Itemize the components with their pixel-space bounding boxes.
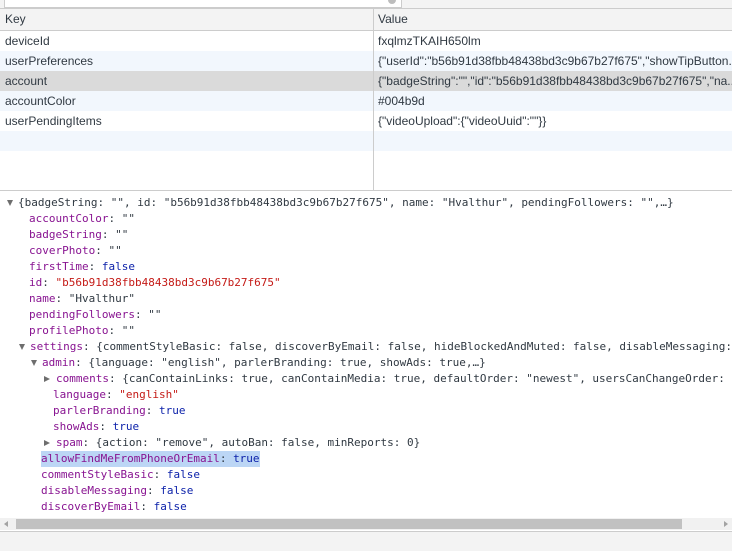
filter-input[interactable]: [4, 0, 402, 8]
property-key: firstTime: [29, 260, 89, 273]
property-value: true: [158, 404, 186, 417]
tree-property-highlighted[interactable]: allowFindMeFromPhoneOrEmail: true: [41, 451, 260, 467]
scrollbar-thumb[interactable]: [16, 519, 682, 529]
tree-property[interactable]: coverPhoto: "": [29, 243, 122, 259]
tree-property[interactable]: badgeString: "": [29, 227, 128, 243]
table-row[interactable]: userPreferences {"userId":"b56b91d38fbb4…: [0, 51, 732, 71]
tree-property-comments[interactable]: comments: {canContainLinks: true, canCon…: [43, 371, 732, 387]
row-value: {"videoUpload":{"videoUuid":""}}: [378, 114, 547, 128]
property-key: settings: [30, 340, 83, 353]
row-key: accountColor: [5, 94, 76, 108]
property-value: "english": [119, 388, 179, 401]
property-key: showAds: [53, 420, 100, 433]
row-key: deviceId: [5, 34, 50, 48]
property-value: "": [121, 212, 135, 225]
property-value: "": [115, 228, 129, 241]
property-value: false: [101, 260, 135, 273]
property-key: badgeString: [29, 228, 102, 241]
property-key: comments: [56, 372, 109, 385]
tree-property[interactable]: id: "b56b91d38fbb48438bd3c9b67b27f675": [29, 275, 281, 291]
collapse-triangle-icon[interactable]: [44, 440, 50, 446]
row-key: userPendingItems: [5, 114, 102, 128]
property-key: commentStyleBasic: [41, 468, 154, 481]
tree-property[interactable]: parlerBranding: true: [53, 403, 185, 419]
column-divider[interactable]: [373, 9, 374, 190]
row-value: #004b9d: [378, 94, 425, 108]
property-value: "": [108, 244, 122, 257]
property-value: "b56b91d38fbb48438bd3c9b67b27f675": [55, 276, 281, 289]
key-column-header[interactable]: Key: [0, 9, 26, 30]
table-row-selected[interactable]: account {"badgeString":"","id":"b56b91d3…: [0, 71, 732, 91]
expand-triangle-icon[interactable]: [7, 200, 13, 206]
property-key: disableMessaging: [41, 484, 147, 497]
tree-property[interactable]: accountColor: "": [29, 211, 135, 227]
tree-property[interactable]: commentStyleBasic: false: [41, 467, 200, 483]
tree-property[interactable]: profilePhoto: "": [29, 323, 135, 339]
row-key: userPreferences: [5, 54, 94, 68]
property-key: parlerBranding: [53, 404, 146, 417]
row-key: account: [5, 74, 48, 88]
row-value: {"userId":"b56b91d38fbb48438bd3c9b67b27f…: [378, 54, 732, 68]
row-value: fxqlmzTKAIH650lm: [378, 34, 481, 48]
collapse-triangle-icon[interactable]: [44, 376, 50, 382]
property-value: false: [160, 484, 194, 497]
property-value: {action: "remove", autoBan: false, minRe…: [95, 436, 421, 449]
expand-triangle-icon[interactable]: [31, 360, 37, 366]
tree-property[interactable]: firstTime: false: [29, 259, 135, 275]
root-summary: {badgeString: "", id: "b56b91d38fbb48438…: [18, 196, 674, 209]
tree-property[interactable]: language: "english": [53, 387, 179, 403]
property-value: {canContainLinks: true, canContainMedia:…: [122, 372, 732, 385]
tree-property-spam[interactable]: spam: {action: "remove", autoBan: false,…: [43, 435, 420, 451]
property-value: "": [121, 324, 135, 337]
property-key: coverPhoto: [29, 244, 96, 257]
table-row[interactable]: userPendingItems {"videoUpload":{"videoU…: [0, 111, 732, 131]
property-key: discoverByEmail: [41, 500, 141, 513]
toolbar: [0, 0, 732, 9]
empty-row: [0, 131, 732, 151]
table-row[interactable]: deviceId fxqlmzTKAIH650lm: [0, 31, 732, 51]
status-bar: [0, 531, 732, 551]
property-value: "Hvalthur": [68, 292, 135, 305]
property-key: allowFindMeFromPhoneOrEmail: [41, 452, 220, 465]
property-value: {commentStyleBasic: false, discoverByEma…: [96, 340, 732, 353]
tree-property[interactable]: pendingFollowers: "": [29, 307, 161, 323]
property-value: {language: "english", parlerBranding: tr…: [88, 356, 486, 369]
scroll-left-arrow-icon[interactable]: [4, 521, 8, 527]
property-key: name: [29, 292, 56, 305]
property-key: admin: [42, 356, 76, 369]
property-value: false: [166, 468, 200, 481]
scroll-right-arrow-icon[interactable]: [724, 521, 728, 527]
tree-property[interactable]: discoverByEmail: false: [41, 499, 187, 515]
property-key: pendingFollowers: [29, 308, 135, 321]
horizontal-scrollbar[interactable]: [0, 518, 732, 530]
property-value: true: [233, 452, 260, 465]
row-value: {"badgeString":"","id":"b56b91d38fbb4843…: [378, 74, 732, 88]
object-preview: {badgeString: "", id: "b56b91d38fbb48438…: [0, 191, 732, 518]
property-key: id: [29, 276, 43, 289]
property-key: spam: [56, 436, 83, 449]
property-value: false: [153, 500, 187, 513]
tree-property[interactable]: name: "Hvalthur": [29, 291, 135, 307]
table-row[interactable]: accountColor #004b9d: [0, 91, 732, 111]
property-key: profilePhoto: [29, 324, 109, 337]
tree-property[interactable]: showAds: true: [53, 419, 139, 435]
property-value: "": [148, 308, 162, 321]
expand-triangle-icon[interactable]: [19, 344, 25, 350]
property-key: language: [53, 388, 106, 401]
tree-property-settings[interactable]: settings: {commentStyleBasic: false, dis…: [19, 339, 732, 355]
tree-root[interactable]: {badgeString: "", id: "b56b91d38fbb48438…: [7, 195, 674, 211]
storage-table: Key Value deviceId fxqlmzTKAIH650lm user…: [0, 9, 732, 191]
value-column-header[interactable]: Value: [373, 9, 408, 30]
property-value: true: [112, 420, 140, 433]
table-header: Key Value: [0, 9, 732, 31]
tree-property-admin[interactable]: admin: {language: "english", parlerBrand…: [31, 355, 486, 371]
property-key: accountColor: [29, 212, 109, 225]
tree-property[interactable]: disableMessaging: false: [41, 483, 193, 499]
